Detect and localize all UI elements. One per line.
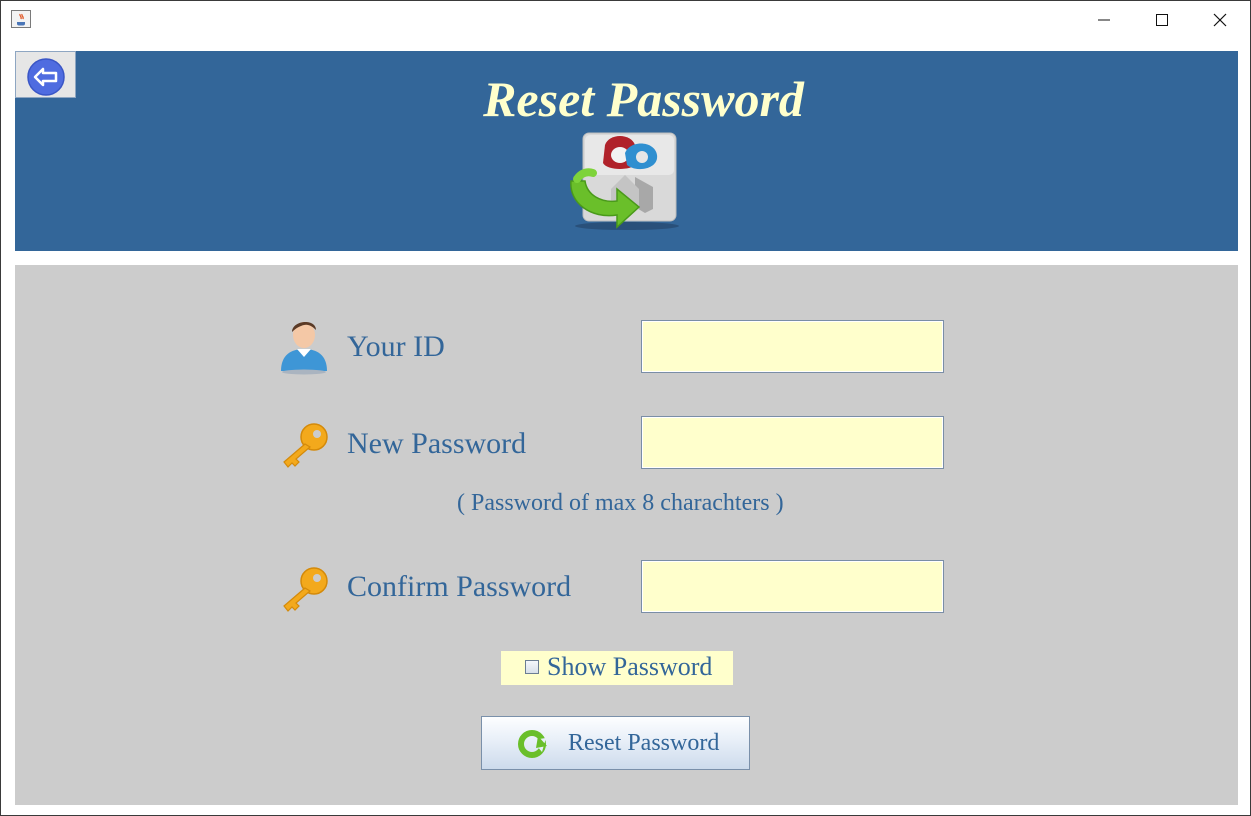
minimize-icon bbox=[1098, 19, 1110, 21]
checkbox-box[interactable] bbox=[525, 660, 539, 674]
confirm-password-label: Confirm Password bbox=[347, 570, 572, 603]
close-icon bbox=[1213, 13, 1227, 27]
page-title: Reset Password bbox=[483, 71, 804, 127]
new-password-label: New Password bbox=[347, 427, 527, 460]
reset-form-panel: Your ID New Password ( Password of max 8… bbox=[15, 265, 1238, 805]
maximize-icon bbox=[1156, 14, 1168, 26]
reset-password-label: Reset Password bbox=[568, 730, 720, 756]
header-banner: Reset Password bbox=[15, 51, 1238, 251]
key-icon bbox=[283, 567, 328, 612]
user-icon bbox=[281, 321, 327, 375]
refresh-icon bbox=[518, 730, 547, 758]
key-icon bbox=[283, 423, 328, 468]
confirm-password-input[interactable] bbox=[641, 560, 944, 613]
maximize-button[interactable] bbox=[1133, 1, 1191, 39]
java-cup-icon bbox=[11, 10, 31, 28]
title-bar bbox=[1, 1, 1250, 39]
your-id-label: Your ID bbox=[347, 330, 445, 363]
new-password-input[interactable] bbox=[641, 416, 944, 469]
close-button[interactable] bbox=[1191, 1, 1249, 39]
show-password-label: Show Password bbox=[547, 652, 713, 681]
key-reset-icon bbox=[570, 132, 679, 230]
your-id-input[interactable] bbox=[641, 320, 944, 373]
show-password-checkbox[interactable]: Show Password bbox=[501, 651, 733, 685]
reset-password-button[interactable]: Reset Password bbox=[481, 716, 750, 770]
password-hint: ( Password of max 8 charachters ) bbox=[457, 490, 784, 516]
minimize-button[interactable] bbox=[1075, 1, 1133, 39]
